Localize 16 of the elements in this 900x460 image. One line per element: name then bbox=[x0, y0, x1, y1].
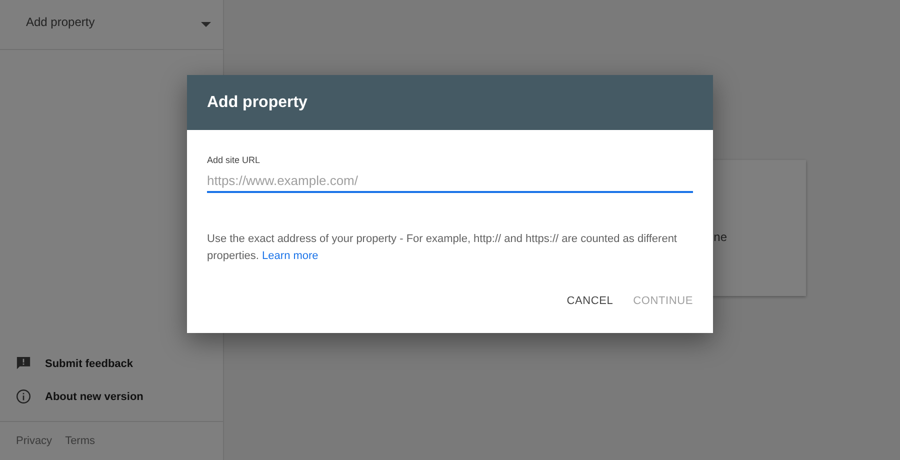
feedback-icon bbox=[16, 356, 31, 371]
card-text: ne bbox=[714, 230, 727, 244]
sidebar-item[interactable]: Submit feedback bbox=[0, 347, 223, 380]
footer-link[interactable]: Privacy bbox=[16, 435, 52, 447]
dialog-title: Add property bbox=[207, 94, 308, 112]
footer-link[interactable]: Terms bbox=[65, 435, 96, 447]
dropdown-caret-icon bbox=[201, 22, 211, 27]
sidebar-item-label: Submit feedback bbox=[45, 358, 134, 370]
help-text: Use the exact address of your property - For example, http:// and https:// are counted as different properties. Learn more bbox=[207, 232, 678, 264]
sidebar-item[interactable]: About new version bbox=[0, 380, 223, 413]
info-icon bbox=[16, 389, 31, 404]
property-selector[interactable]: Add property bbox=[0, 0, 223, 50]
sidebar-item-label: About new version bbox=[45, 390, 144, 402]
field-label: Add site URL bbox=[207, 155, 262, 165]
learn-more-link[interactable]: Learn more bbox=[262, 250, 318, 262]
cancel-button[interactable]: CANCEL bbox=[560, 289, 620, 313]
